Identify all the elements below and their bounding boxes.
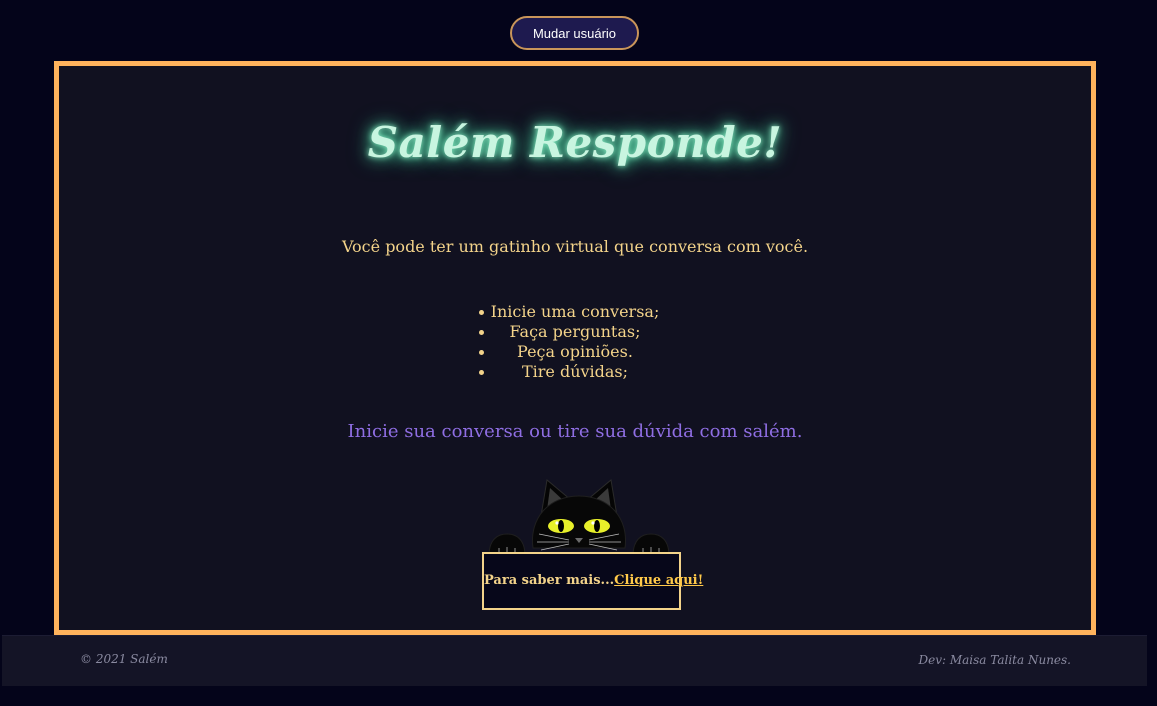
main-card: Salém Responde! Você pode ter um gatinho… xyxy=(54,61,1096,635)
feature-text: Peça opiniões. xyxy=(517,342,633,361)
cta-text: Inicie sua conversa ou tire sua dúvida c… xyxy=(347,421,803,442)
bullet-icon xyxy=(479,370,484,375)
feature-text: Faça perguntas; xyxy=(509,322,641,341)
feature-text: Inicie uma conversa; xyxy=(490,302,660,321)
developer-credit: Dev: Maisa Talita Nunes. xyxy=(918,653,1072,667)
more-info-text: Para saber mais... xyxy=(484,573,615,588)
feature-list: Inicie uma conversa; Faça perguntas; Peç… xyxy=(59,302,1091,382)
intro-text: Você pode ter um gatinho virtual que con… xyxy=(341,237,809,256)
feature-text: Tire dúvidas; xyxy=(521,362,629,381)
switch-user-button[interactable]: Mudar usuário xyxy=(510,16,639,50)
list-item: Tire dúvidas; xyxy=(59,362,1091,382)
list-item: Inicie uma conversa; xyxy=(59,302,1091,322)
black-cat-peeking-icon xyxy=(489,479,669,556)
page-title: Salém Responde! xyxy=(367,118,783,167)
list-item: Faça perguntas; xyxy=(59,322,1091,342)
bullet-icon xyxy=(479,350,484,355)
more-info-link[interactable]: Clique aqui! xyxy=(614,573,703,588)
copyright-text: © 2021 Salém xyxy=(80,652,168,666)
bullet-icon xyxy=(479,330,484,335)
more-info-box: Para saber mais...Clique aqui! xyxy=(482,552,703,610)
list-item: Peça opiniões. xyxy=(59,342,1091,362)
bullet-icon xyxy=(479,310,484,315)
footer: © 2021 Salém Dev: Maisa Talita Nunes. xyxy=(2,635,1147,686)
